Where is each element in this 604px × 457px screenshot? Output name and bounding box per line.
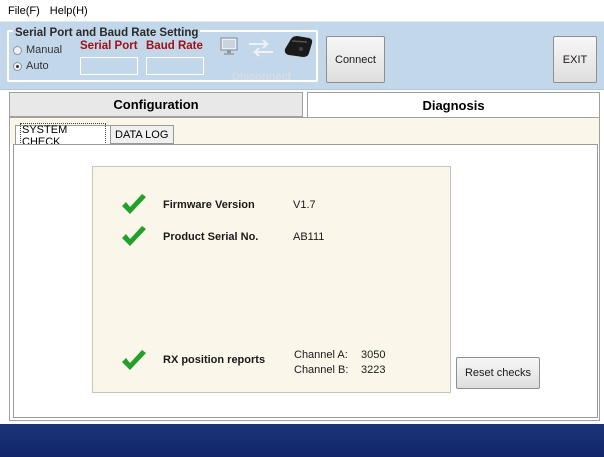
app-window: File(F) Help(H) Serial Port and Baud Rat… <box>0 0 604 457</box>
baud-rate-label: Baud Rate <box>146 40 203 52</box>
auto-radio-label: Auto <box>26 60 49 72</box>
monitor-icon <box>220 37 238 55</box>
auto-radio-option[interactable]: Auto <box>13 60 49 72</box>
product-serial-label: Product Serial No. <box>163 231 259 243</box>
tab-data-log[interactable]: DATA LOG <box>111 125 174 144</box>
channel-b-value: 3223 <box>361 364 386 376</box>
auto-radio[interactable] <box>13 61 22 71</box>
rx-check-icon <box>122 350 146 370</box>
channel-a-label: Channel A: <box>294 349 348 361</box>
receiver-device-icon <box>284 36 313 57</box>
tab-diagnosis[interactable]: Diagnosis <box>307 92 600 117</box>
tab-system-check[interactable]: SYSTEM CHECK <box>15 122 111 149</box>
channel-b-label: Channel B: <box>294 364 349 376</box>
status-bar <box>0 424 604 457</box>
serial-group-title: Serial Port and Baud Rate Setting <box>13 27 201 39</box>
serial-settings-group: Serial Port and Baud Rate Setting Manual… <box>7 27 318 83</box>
serial-port-field[interactable] <box>80 57 138 75</box>
connect-button[interactable]: Connect <box>326 36 385 83</box>
transfer-arrows-icon <box>249 39 273 57</box>
menu-bar: File(F) Help(H) <box>0 0 604 22</box>
firmware-version-label: Firmware Version <box>163 199 255 211</box>
serial-port-label: Serial Port <box>80 40 138 52</box>
manual-radio[interactable] <box>13 45 22 55</box>
exit-button[interactable]: EXIT <box>553 36 597 83</box>
baud-rate-field[interactable] <box>146 57 204 75</box>
rx-position-label: RX position reports <box>163 354 266 366</box>
product-serial-value: AB111 <box>293 231 325 243</box>
channel-a-value: 3050 <box>361 349 386 361</box>
manual-radio-option[interactable]: Manual <box>13 44 62 56</box>
menu-file[interactable]: File(F) <box>8 5 40 17</box>
manual-radio-label: Manual <box>26 44 63 56</box>
disconnect-button[interactable]: Disconnect <box>232 71 291 83</box>
firmware-check-icon <box>122 194 146 214</box>
firmware-version-value: V1.7 <box>293 199 316 211</box>
menu-help[interactable]: Help(H) <box>50 5 88 17</box>
toolbar: Serial Port and Baud Rate Setting Manual… <box>0 22 604 90</box>
serial-check-icon <box>122 226 146 246</box>
reset-checks-button[interactable]: Reset checks <box>456 357 540 389</box>
tab-data-log-label: DATA LOG <box>115 128 169 141</box>
tab-configuration[interactable]: Configuration <box>9 92 303 117</box>
